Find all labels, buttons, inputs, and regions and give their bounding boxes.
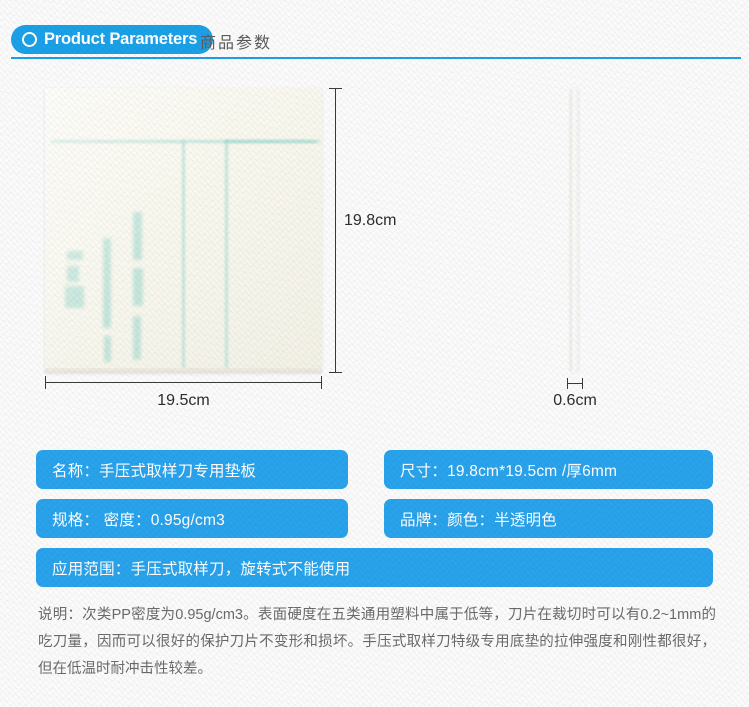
mat-print-mark-icon: [133, 212, 142, 260]
spec-item-name: 名称：手压式取样刀专用垫板: [36, 450, 348, 489]
mat-print-mark-icon: [104, 336, 111, 362]
spec-item-application-scope: 应用范围：手压式取样刀，旋转式不能使用: [36, 548, 713, 587]
thickness-dimension-cap-left: [567, 378, 569, 389]
mat-print-mark-icon: [133, 268, 143, 306]
thickness-dimension-label: 0.6cm: [553, 392, 597, 409]
width-dimension-line: [45, 382, 322, 384]
header-divider: [11, 57, 741, 59]
height-dimension-cap-top: [329, 88, 342, 90]
spec-row: 应用范围：手压式取样刀，旋转式不能使用: [36, 548, 713, 587]
mat-guide-line-icon: [182, 140, 185, 368]
section-title-cn: 商品参数: [200, 35, 273, 52]
section-badge: Product Parameters: [11, 25, 214, 54]
thickness-dimension-cap-right: [582, 378, 584, 389]
height-dimension-label: 19.8cm: [344, 212, 397, 229]
product-figure: 19.8cm 19.5cm 0.6cm: [0, 70, 749, 420]
spec-row: 名称：手压式取样刀专用垫板 尺寸：19.8cm*19.5cm /厚6mm: [36, 450, 713, 489]
width-dimension-label: 19.5cm: [157, 392, 210, 409]
width-dimension-cap-right: [321, 376, 323, 389]
spec-item-size: 尺寸：19.8cm*19.5cm /厚6mm: [384, 450, 713, 489]
mat-bottom-edge: [45, 368, 322, 373]
product-side-view-image: [570, 88, 579, 373]
mat-print-mark-icon: [67, 251, 83, 260]
spec-item-brand-color: 品牌：颜色：半透明色: [384, 499, 713, 538]
height-dimension-line: [335, 88, 337, 373]
spec-list: 名称：手压式取样刀专用垫板 尺寸：19.8cm*19.5cm /厚6mm 规格：…: [36, 450, 713, 597]
mat-print-mark-icon: [103, 238, 111, 328]
section-badge-label: Product Parameters: [44, 30, 198, 49]
thickness-dimension-line: [567, 383, 583, 385]
mat-print-mark-icon: [133, 316, 141, 360]
height-dimension-cap-bottom: [329, 372, 342, 374]
page-header: Product Parameters 商品参数: [0, 0, 749, 70]
mat-print-mark-icon: [67, 266, 79, 282]
spec-row: 规格： 密度：0.95g/cm3 品牌：颜色：半透明色: [36, 499, 713, 538]
width-dimension-cap-left: [45, 376, 47, 389]
mat-guide-line-icon: [225, 140, 320, 143]
circle-ring-icon: [22, 32, 37, 47]
product-description: 说明：次类PP密度为0.95g/cm3。表面硬度在五类通用塑料中属于低等，刀片在…: [38, 607, 716, 677]
mat-guide-line-icon: [225, 140, 228, 368]
spec-item-specification: 规格： 密度：0.95g/cm3: [36, 499, 348, 538]
mat-guide-line-icon: [51, 140, 316, 143]
product-front-view-image: [45, 88, 322, 373]
mat-print-mark-icon: [65, 286, 84, 308]
